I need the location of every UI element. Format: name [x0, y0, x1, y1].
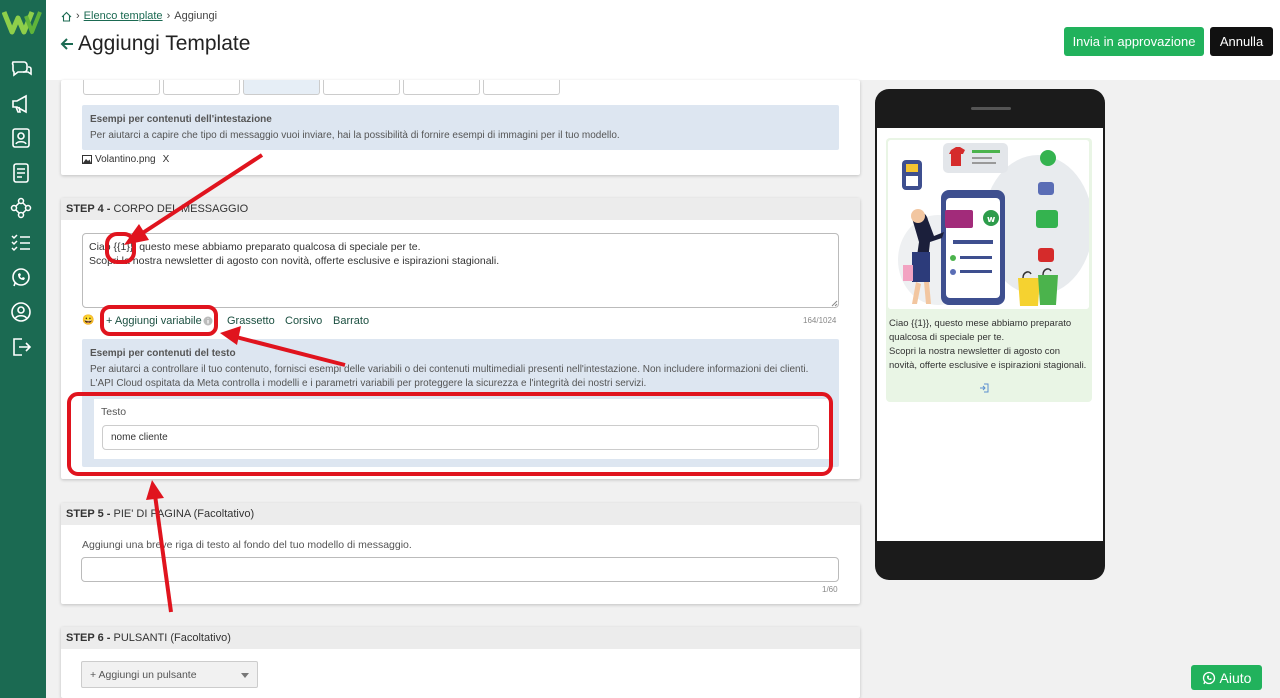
footer-description: Aggiungi una breve riga di testo al fond…	[82, 539, 412, 551]
home-icon[interactable]	[61, 11, 72, 22]
whatsapp-icon[interactable]	[10, 266, 32, 288]
chat-icon[interactable]	[10, 58, 32, 80]
variable-example-input[interactable]: nome cliente	[102, 425, 819, 450]
image-icon	[82, 155, 92, 164]
back-arrow-icon[interactable]	[60, 37, 74, 51]
bold-button[interactable]: Grassetto	[227, 315, 275, 327]
checklist-icon[interactable]	[10, 231, 32, 253]
header-type-tab[interactable]	[163, 80, 240, 95]
page-title: Aggiungi Template	[60, 32, 250, 56]
emoji-button[interactable]: 😀	[82, 315, 94, 326]
submit-approval-button[interactable]: Invia in approvazione	[1064, 27, 1204, 56]
caret-down-icon	[241, 673, 249, 678]
help-button[interactable]: Aiuto	[1191, 665, 1262, 690]
attached-file-name: Volantino.png	[95, 154, 156, 165]
step4-header: STEP 4 - CORPO DEL MESSAGGIO	[61, 198, 860, 220]
add-button-dropdown[interactable]: + Aggiungi un pulsante	[81, 661, 258, 688]
step4-number: STEP 4 -	[66, 203, 111, 215]
preview-message-text: Ciao {{1}}, questo mese abbiamo preparat…	[889, 317, 1089, 373]
step5-header: STEP 5 - PIE' DI PAGINA (Facoltativo)	[61, 503, 860, 525]
step5-card: STEP 5 - PIE' DI PAGINA (Facoltativo) Ag…	[61, 503, 860, 604]
help-button-label: Aiuto	[1219, 669, 1252, 686]
contacts-icon[interactable]	[10, 127, 32, 149]
resize-handle-icon[interactable]	[831, 300, 838, 307]
step5-number: STEP 5 -	[66, 508, 111, 520]
breadcrumb-templates-link[interactable]: Elenco template	[84, 10, 163, 22]
italic-button[interactable]: Corsivo	[285, 315, 322, 327]
whatsapp-icon	[1202, 671, 1215, 684]
login-icon	[980, 383, 989, 393]
step4-title: CORPO DEL MESSAGGIO	[113, 203, 249, 215]
message-body-line: Scopri la nostra newsletter di agosto co…	[89, 255, 500, 267]
header-examples-box: Esempi per contenuti dell'intestazione P…	[82, 105, 839, 150]
brand-logo[interactable]	[2, 6, 42, 36]
header-type-tab-selected[interactable]	[243, 80, 320, 95]
info-icon[interactable]	[203, 316, 213, 326]
user-icon[interactable]	[10, 301, 32, 323]
header-type-tab[interactable]	[83, 80, 160, 95]
footer-input[interactable]	[81, 557, 839, 582]
megaphone-icon[interactable]	[10, 93, 32, 115]
breadcrumb-separator: ›	[76, 10, 80, 22]
breadcrumb-separator: ›	[166, 10, 171, 22]
step6-header: STEP 6 - PULSANTI (Facoltativo)	[61, 627, 860, 649]
breadcrumb-current: Aggiungi	[174, 10, 218, 22]
topbar: › Elenco template › Aggiungi Aggiungi Te…	[46, 0, 1280, 80]
document-icon[interactable]	[10, 162, 32, 184]
page-title-text: Aggiungi Template	[78, 32, 251, 55]
breadcrumb: › Elenco template › Aggiungi	[61, 10, 217, 22]
message-body-textarea[interactable]: Ciao {{1}}, questo mese abbiamo preparat…	[82, 233, 839, 308]
footer-char-counter: 1/60	[822, 585, 838, 594]
newsletter-illustration: w	[888, 140, 1089, 309]
step6-number: STEP 6 -	[66, 632, 111, 644]
attached-file: Volantino.png X	[82, 154, 169, 165]
phone-speaker	[971, 107, 1011, 110]
header-examples-title: Esempi per contenuti dell'intestazione	[90, 114, 272, 125]
body-examples-line: L'API Cloud ospitata da Meta controlla i…	[90, 378, 647, 389]
body-examples-title: Esempi per contenuti del testo	[90, 348, 236, 359]
header-type-tab[interactable]	[403, 80, 480, 95]
header-examples-description: Per aiutarci a capire che tipo di messag…	[90, 130, 620, 141]
header-type-tab[interactable]	[323, 80, 400, 95]
step6-card: STEP 6 - PULSANTI (Facoltativo) + Aggiun…	[61, 627, 860, 698]
variable-example-panel: Testo nome cliente	[94, 399, 829, 459]
message-body-line: Ciao {{1}}, questo mese abbiamo preparat…	[89, 241, 421, 253]
variable-example-label: Testo	[101, 406, 127, 418]
cancel-button[interactable]: Annulla	[1210, 27, 1273, 56]
svg-text:w: w	[987, 215, 995, 225]
preview-header-image: w	[888, 140, 1089, 309]
add-button-dropdown-label: + Aggiungi un pulsante	[90, 669, 197, 681]
strike-button[interactable]: Barrato	[333, 315, 369, 327]
body-examples-line: Per aiutarci a controllare il tuo conten…	[90, 364, 809, 375]
step5-title: PIE' DI PAGINA (Facoltativo)	[113, 508, 255, 520]
sidebar	[0, 0, 46, 698]
step6-title: PULSANTI (Facoltativo)	[113, 632, 231, 644]
header-type-tab[interactable]	[483, 80, 560, 95]
remove-file-button[interactable]: X	[163, 154, 170, 165]
body-char-counter: 164/1024	[803, 316, 837, 325]
preview-message-line: Scopri la nostra newsletter di agosto co…	[889, 346, 1087, 371]
logout-icon[interactable]	[10, 336, 32, 358]
preview-message-line: Ciao {{1}}, questo mese abbiamo preparat…	[889, 318, 1072, 343]
flow-icon[interactable]	[10, 197, 32, 219]
add-variable-button[interactable]: + Aggiungi variabile	[106, 315, 202, 327]
